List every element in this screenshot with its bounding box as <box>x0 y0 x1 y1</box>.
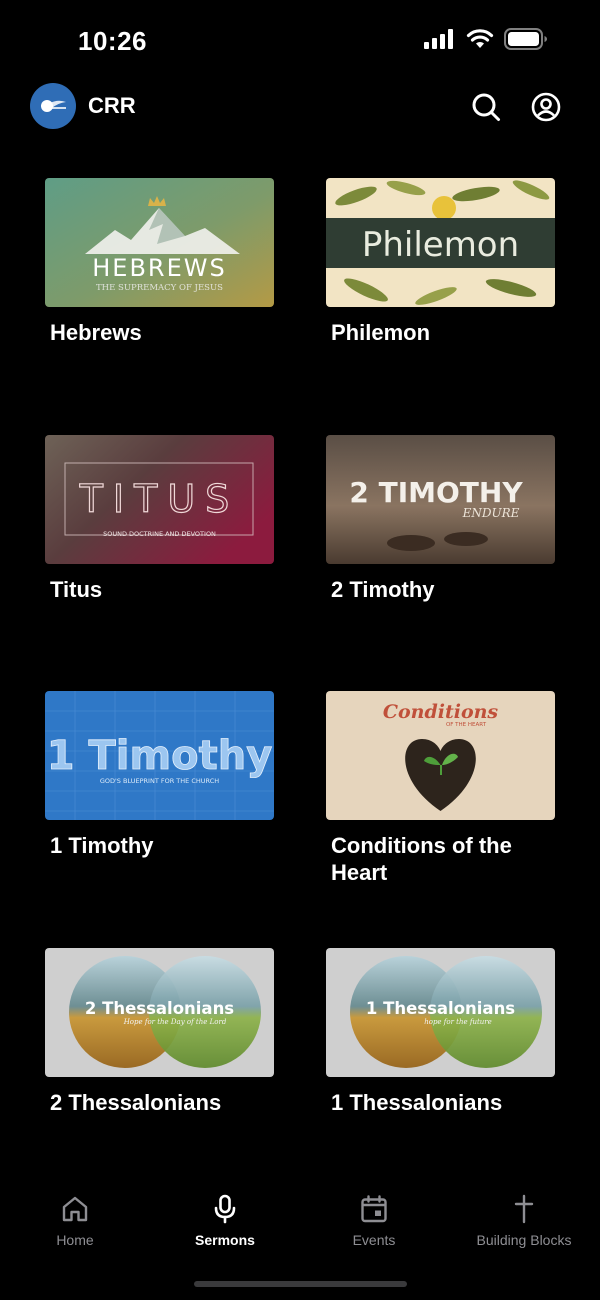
sermon-card-hebrews[interactable]: HEBREWS THE SUPREMACY OF JESUS Hebrews <box>45 178 274 435</box>
tab-building-blocks[interactable]: Building Blocks <box>449 1194 599 1248</box>
account-icon <box>531 92 561 122</box>
art-subtitle: GOD'S BLUEPRINT FOR THE CHURCH <box>100 777 219 785</box>
status-time: 10:26 <box>78 26 147 56</box>
sermon-title: Conditions of the Heart <box>331 833 512 885</box>
sermon-card-conditions-of-the-heart[interactable]: Conditions OF THE HEART Conditions of th… <box>326 691 555 948</box>
status-icons <box>424 28 548 50</box>
cross-icon <box>514 1194 534 1224</box>
sermon-card-titus[interactable]: TITUS SOUND DOCTRINE AND DEVOTION Titus <box>45 434 274 692</box>
tab-label: Building Blocks <box>476 1232 572 1248</box>
sermon-artwork: 1 Thessalonians hope for the future <box>326 947 555 1077</box>
tab-label: Home <box>56 1232 94 1248</box>
sermon-title: 1 Timothy <box>50 833 154 858</box>
account-button[interactable] <box>529 90 563 124</box>
art-subtitle: Hope for the Day of the Lord <box>123 1018 227 1026</box>
sermon-card-1-timothy[interactable]: 1 Timothy GOD'S BLUEPRINT FOR THE CHURCH… <box>45 691 274 948</box>
home-icon <box>62 1196 88 1222</box>
sermon-title: Titus <box>50 576 103 602</box>
tab-events[interactable]: Events <box>299 1194 449 1248</box>
sermon-card-philemon[interactable]: Philemon Philemon <box>326 178 555 435</box>
battery-icon <box>504 28 547 50</box>
sermon-title: Philemon <box>331 320 431 345</box>
sermon-card-2-timothy[interactable]: 2 TIMOTHY ENDURE 2 Timothy <box>326 434 555 692</box>
sermon-artwork: 2 Thessalonians Hope for the Day of the … <box>45 947 274 1077</box>
search-button[interactable] <box>469 90 503 124</box>
art-subtitle: SOUND DOCTRINE AND DEVOTION <box>103 530 216 538</box>
sermon-title: 2 Timothy <box>331 576 435 602</box>
microphone-icon <box>214 1194 236 1224</box>
art-title: Conditions <box>383 701 499 723</box>
search-icon <box>472 93 500 121</box>
art-title: 2 Thessalonians <box>85 999 234 1018</box>
art-title: TITUS <box>79 477 240 521</box>
cellular-signal-icon <box>424 29 453 49</box>
art-title: 1 Thessalonians <box>366 999 515 1018</box>
sermon-card-2-thessalonians[interactable]: 2 Thessalonians Hope for the Day of the … <box>45 947 274 1205</box>
sermon-grid: HEBREWS THE SUPREMACY OF JESUS Hebrews P… <box>45 178 555 1204</box>
art-subtitle: hope for the future <box>424 1018 492 1026</box>
logo-mark-icon <box>41 100 66 112</box>
sermon-artwork: 1 Timothy GOD'S BLUEPRINT FOR THE CHURCH <box>45 691 274 820</box>
home-indicator[interactable] <box>194 1281 407 1287</box>
sermon-artwork: Conditions OF THE HEART <box>326 691 555 820</box>
tab-label: Sermons <box>195 1232 255 1248</box>
tab-label: Events <box>352 1232 396 1248</box>
sermon-title: Hebrews <box>50 320 142 345</box>
tab-bar: Home Sermons Events Building Blocks <box>0 1180 600 1270</box>
church-logo[interactable] <box>30 83 76 129</box>
art-title: 2 TIMOTHY <box>349 476 523 509</box>
sermon-artwork: HEBREWS THE SUPREMACY OF JESUS <box>45 178 274 307</box>
sermon-artwork: 2 TIMOTHY ENDURE <box>326 434 555 564</box>
sermon-title: 2 Thessalonians <box>50 1089 222 1115</box>
app-name: CRR <box>88 93 136 118</box>
app-header: CRR <box>0 80 600 136</box>
sermon-artwork: Philemon <box>326 178 555 307</box>
sermon-artwork: TITUS SOUND DOCTRINE AND DEVOTION <box>45 434 274 564</box>
status-bar: 10:26 <box>0 0 600 80</box>
tab-home[interactable]: Home <box>0 1194 150 1248</box>
art-subtitle: ENDURE <box>462 506 520 520</box>
sermon-card-1-thessalonians[interactable]: 1 Thessalonians hope for the future 1 Th… <box>326 947 555 1205</box>
wifi-icon <box>466 29 494 48</box>
art-subtitle: THE SUPREMACY OF JESUS <box>96 283 223 293</box>
art-title: 1 Timothy <box>47 733 273 779</box>
tab-sermons[interactable]: Sermons <box>150 1194 300 1248</box>
art-subtitle: OF THE HEART <box>446 722 487 728</box>
art-title: HEBREWS <box>92 254 226 282</box>
art-title: Philemon <box>362 225 519 265</box>
sermon-title: 1 Thessalonians <box>331 1089 503 1115</box>
calendar-icon <box>361 1195 387 1223</box>
